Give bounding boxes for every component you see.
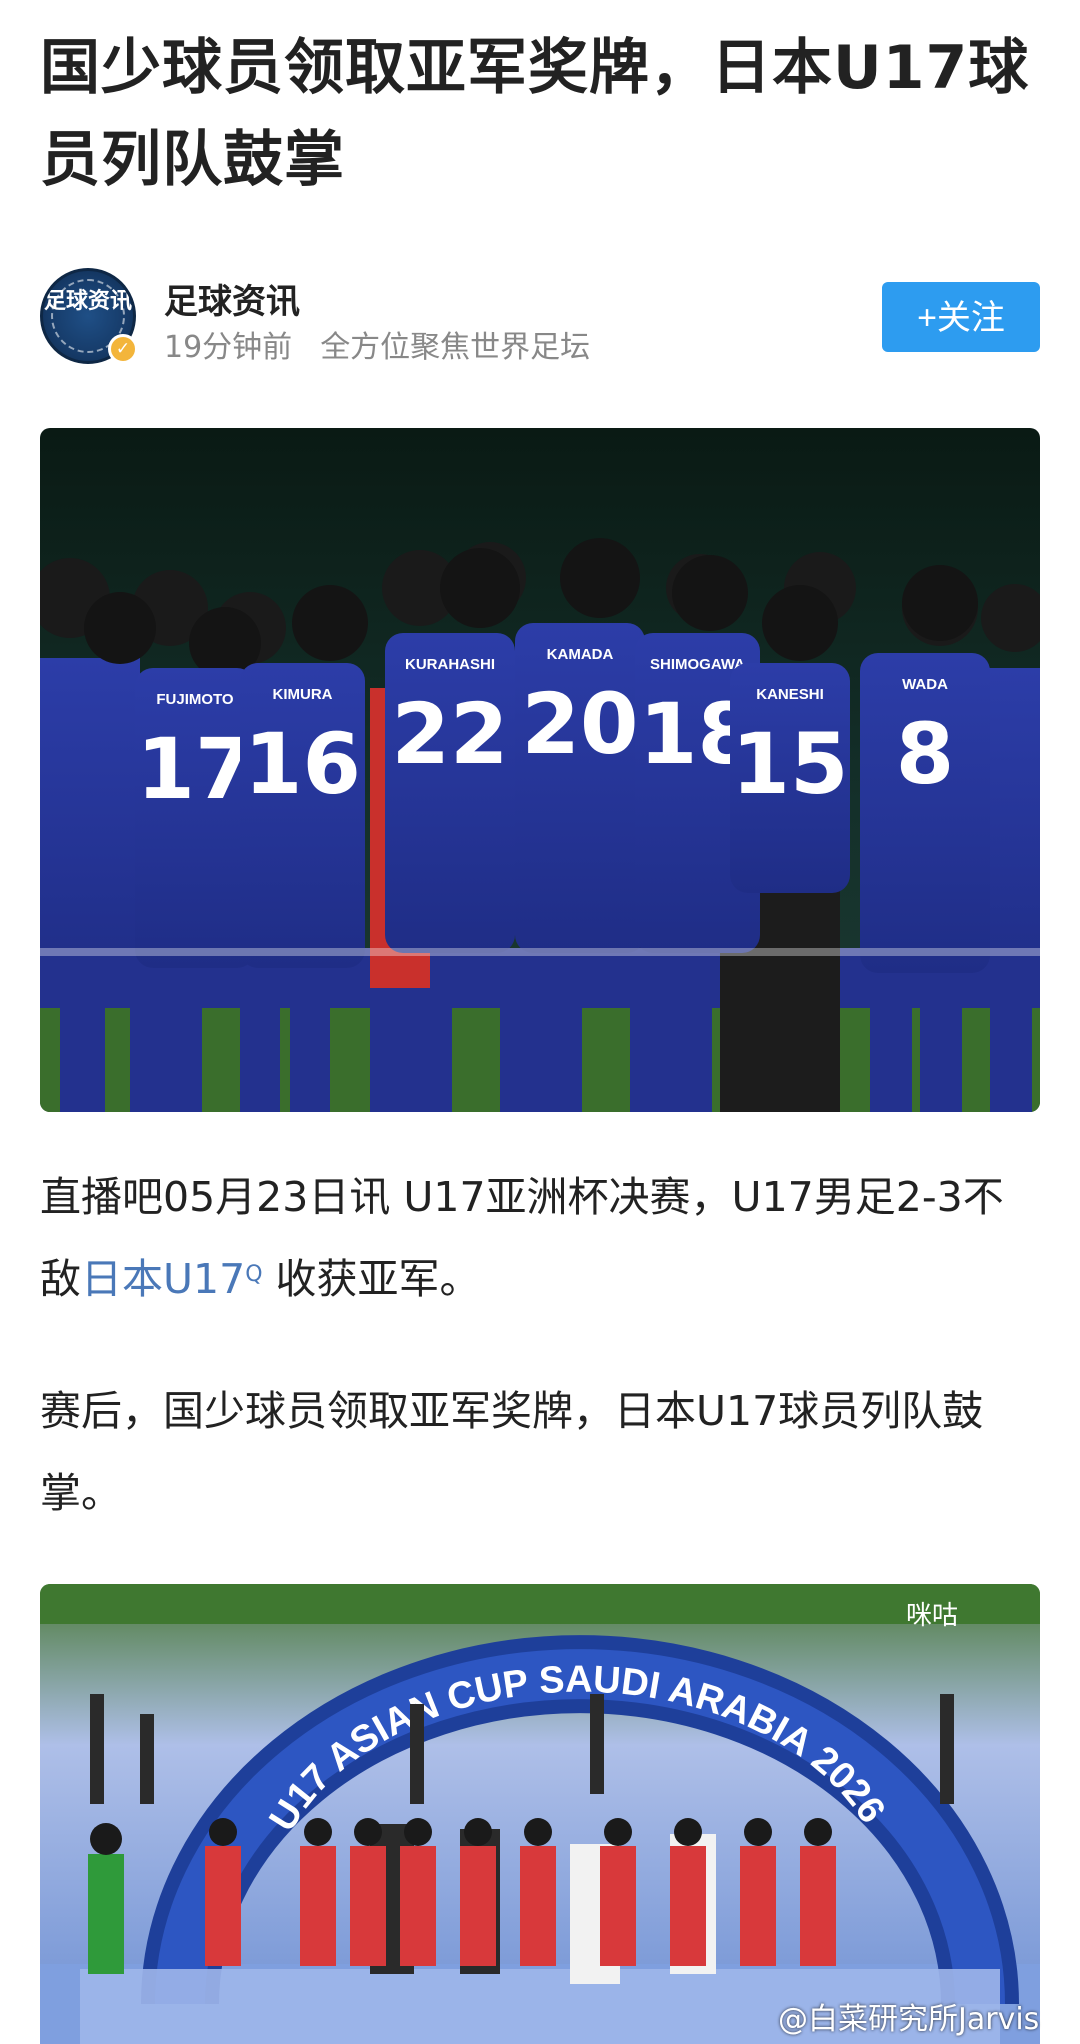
players-photo-image: FUJIMOTO 17 KIMURA 16 KURAHASHI 22 KAMADA 20 SHI…: [40, 428, 1040, 1112]
player-body-6: [600, 1846, 636, 1966]
player-body-8: [740, 1846, 776, 1966]
jersey-1: [240, 663, 365, 968]
jersey-name-0: FUJIMOTO: [156, 691, 234, 708]
team-link-label: 日本U17: [81, 1255, 246, 1303]
author-meta: 19分钟前 全方位聚焦世界足坛: [164, 322, 590, 366]
player-head-7: [674, 1818, 702, 1846]
paragraph-1-tail: 收获亚军。: [262, 1255, 481, 1303]
player-body-5: [520, 1846, 556, 1966]
jersey-3: [515, 623, 645, 953]
player-head-6: [604, 1818, 632, 1846]
author-row: 足球资讯 ✓ 足球资讯 19分钟前 全方位聚焦世界足坛 +关注: [40, 268, 1040, 368]
jersey-number-1: 16: [244, 715, 361, 813]
jersey-6: [860, 653, 990, 973]
player-head-4: [464, 1818, 492, 1846]
follow-button[interactable]: +关注: [882, 282, 1040, 352]
jersey-number-6: 8: [896, 705, 954, 803]
player-body-4: [460, 1846, 496, 1966]
jersey-name-5: KANESHI: [756, 686, 824, 703]
paragraph-1: 直播吧05月23日讯 U17亚洲杯决赛，U17男足2-3不敌日本U17Q 收获亚…: [40, 1156, 1040, 1320]
jersey-name-6: WADA: [902, 676, 948, 693]
player-head-2: [354, 1818, 382, 1846]
jersey-2: [385, 633, 515, 953]
player-head-3: [404, 1818, 432, 1846]
jersey-number-2: 22: [392, 685, 509, 783]
ceremony-photo[interactable]: U17 ASIAN CUP SAUDI ARABIA 2026 咪咕: [40, 1584, 1040, 2044]
avatar-text: 足球资讯: [43, 289, 132, 314]
team-link[interactable]: 日本U17Q: [81, 1255, 263, 1303]
search-icon: Q: [245, 1262, 263, 1287]
player-body-1: [300, 1846, 336, 1966]
jersey-name-1: KIMURA: [273, 686, 333, 703]
player-head-9: [804, 1818, 832, 1846]
player-body-9: [800, 1846, 836, 1966]
player-body-2: [350, 1846, 386, 1966]
player-body-7: [670, 1846, 706, 1966]
player-head-8: [744, 1818, 772, 1846]
author-tagline: 全方位聚焦世界足坛: [320, 330, 591, 365]
post-time: 19分钟前: [164, 330, 293, 365]
author-name[interactable]: 足球资讯: [164, 274, 300, 323]
player-head-0: [209, 1818, 237, 1846]
jersey-name-4: SHIMOGAWA: [650, 656, 745, 673]
jersey-number-3: 20: [522, 675, 639, 773]
player-head-5: [524, 1818, 552, 1846]
ceremony-photo-image: U17 ASIAN CUP SAUDI ARABIA 2026 咪咕: [40, 1584, 1040, 2044]
player-body-0: [205, 1846, 241, 1966]
watermark: @白菜研究所Jarvis: [778, 2002, 1040, 2037]
players-photo[interactable]: FUJIMOTO 17 KIMURA 16 KURAHASHI 22 KAMADA 20 SHI…: [40, 428, 1040, 1112]
jersey-number-5: 15: [732, 715, 849, 813]
check-badge-icon: ✓: [108, 334, 138, 364]
jersey-number-0: 17: [137, 720, 254, 818]
jersey-name-2: KURAHASHI: [405, 656, 495, 673]
paragraph-2: 赛后，国少球员领取亚军奖牌，日本U17球员列队鼓掌。: [40, 1387, 984, 1517]
article-title: 国少球员领取亚军奖牌，日本U17球员列队鼓掌: [40, 33, 1030, 195]
player-head-1: [304, 1818, 332, 1846]
player-body-3: [400, 1846, 436, 1966]
jersey-name-3: KAMADA: [547, 646, 614, 663]
broadcast-logo: 咪咕: [906, 1600, 958, 1630]
jersey-0: [135, 668, 255, 968]
